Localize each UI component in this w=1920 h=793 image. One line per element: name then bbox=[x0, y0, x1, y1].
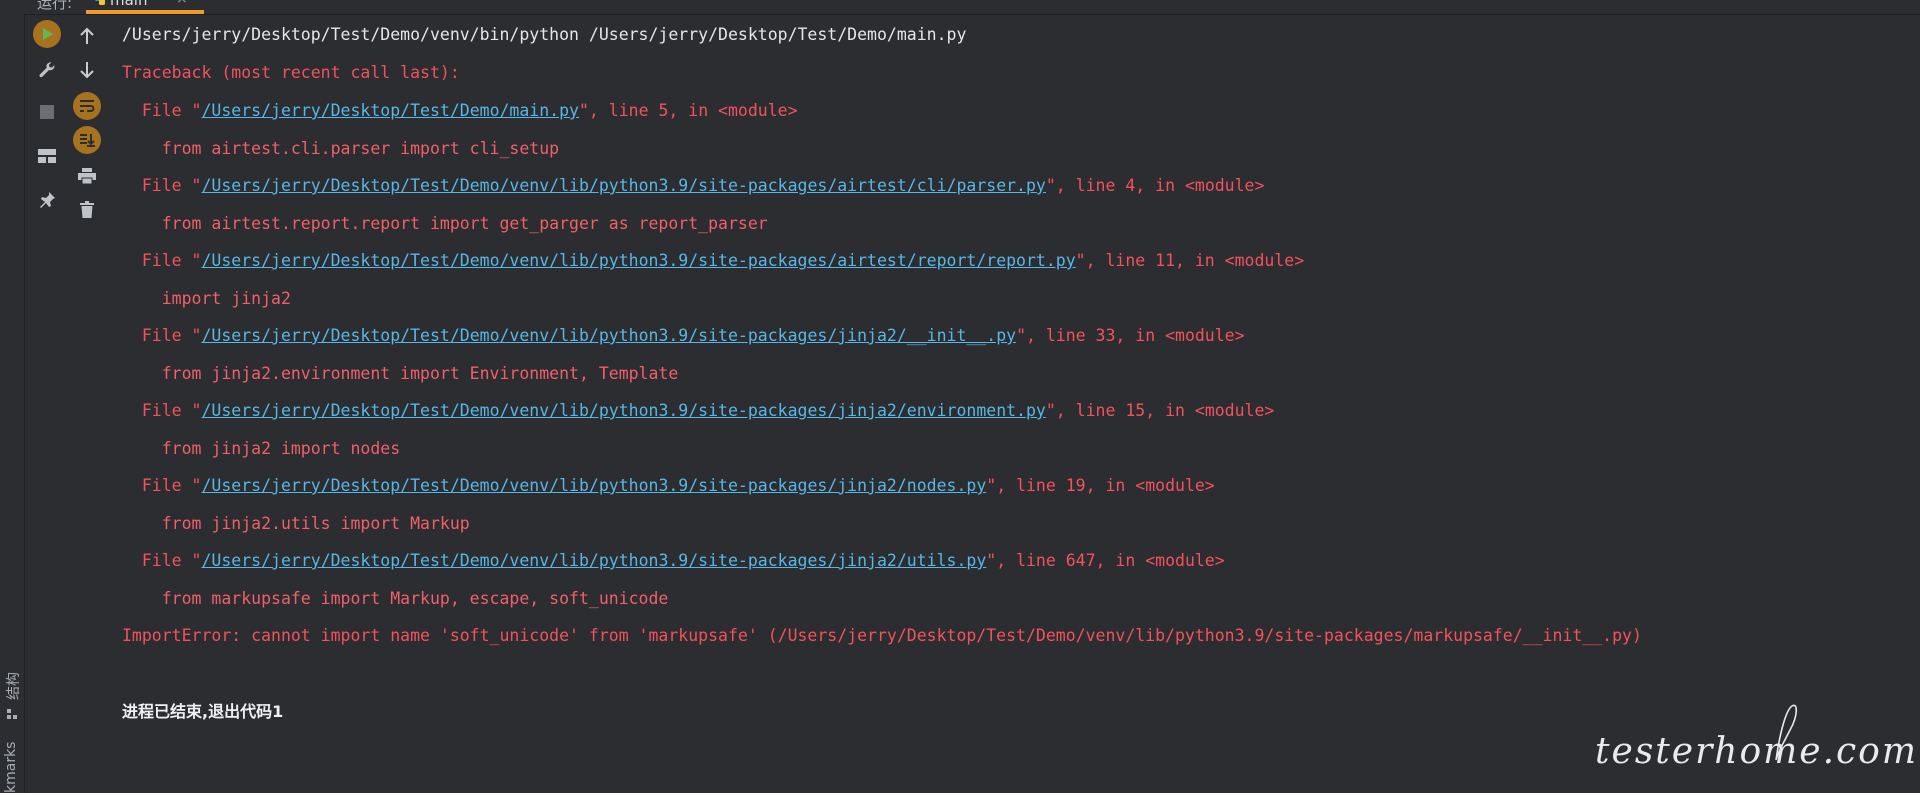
frame-prefix: File " bbox=[122, 326, 202, 345]
soft-wrap-button[interactable] bbox=[67, 88, 107, 124]
file-link[interactable]: /Users/jerry/Desktop/Test/Demo/venv/lib/… bbox=[201, 251, 1075, 270]
frame-prefix: File " bbox=[122, 251, 202, 270]
trash-icon bbox=[80, 201, 94, 218]
frame-suffix: ", line 11, in <module> bbox=[1075, 251, 1305, 270]
run-panel-label: 运行: bbox=[37, 0, 73, 12]
print-icon bbox=[78, 168, 96, 185]
import-error-message: ImportError: cannot import name 'soft_un… bbox=[122, 626, 1642, 645]
tab-main-label: main bbox=[110, 0, 148, 9]
traceback-frame-line: File "/Users/jerry/Desktop/Test/Demo/ven… bbox=[122, 550, 1225, 572]
file-link[interactable]: /Users/jerry/Desktop/Test/Demo/venv/lib/… bbox=[201, 401, 1045, 420]
clear-all-button[interactable] bbox=[67, 192, 107, 228]
console-output[interactable]: /Users/jerry/Desktop/Test/Demo/venv/bin/… bbox=[122, 14, 1920, 793]
arrow-down-icon bbox=[80, 62, 94, 79]
file-link[interactable]: /Users/jerry/Desktop/Test/Demo/venv/lib/… bbox=[201, 176, 1045, 195]
file-link[interactable]: /Users/jerry/Desktop/Test/Demo/main.py bbox=[201, 101, 579, 120]
traceback-header: Traceback (most recent call last): bbox=[122, 63, 460, 82]
scroll-to-end-icon bbox=[73, 126, 101, 154]
file-link[interactable]: /Users/jerry/Desktop/Test/Demo/venv/lib/… bbox=[201, 551, 986, 570]
rerun-icon bbox=[33, 20, 61, 48]
file-link[interactable]: /Users/jerry/Desktop/Test/Demo/venv/lib/… bbox=[201, 476, 986, 495]
frame-prefix: File " bbox=[122, 101, 202, 120]
traceback-code-line: from airtest.report.report import get_pa… bbox=[122, 214, 768, 233]
traceback-frame-line: File "/Users/jerry/Desktop/Test/Demo/ven… bbox=[122, 400, 1275, 422]
traceback-frame-line: File "/Users/jerry/Desktop/Test/Demo/ven… bbox=[122, 175, 1265, 197]
python-file-icon bbox=[95, 0, 105, 5]
bookmarks-tab-label[interactable]: kmarks bbox=[3, 742, 19, 793]
traceback-frame-line: File "/Users/jerry/Desktop/Test/Demo/ven… bbox=[122, 475, 1215, 497]
watermark-text: testerhome.com bbox=[1595, 731, 1918, 772]
traceback-code-line: from jinja2.utils import Markup bbox=[122, 514, 470, 533]
next-occurrence-button[interactable] bbox=[67, 52, 107, 88]
pin-tab-button[interactable] bbox=[27, 182, 67, 218]
frame-suffix: ", line 15, in <module> bbox=[1045, 401, 1275, 420]
traceback-frame-line: File "/Users/jerry/Desktop/Test/Demo/ven… bbox=[122, 325, 1245, 347]
frame-suffix: ", line 647, in <module> bbox=[986, 551, 1225, 570]
soft-wrap-icon bbox=[73, 92, 101, 120]
layout-button[interactable] bbox=[27, 138, 67, 174]
layout-icon bbox=[38, 149, 56, 163]
left-tool-strip: 结构 kmarks bbox=[0, 0, 25, 793]
tab-main[interactable]: main × bbox=[86, 0, 204, 14]
print-button[interactable] bbox=[67, 158, 107, 194]
settings-button[interactable] bbox=[27, 52, 67, 88]
process-exit-message: 进程已结束,退出代码1 bbox=[122, 702, 284, 721]
rerun-button[interactable] bbox=[27, 16, 67, 52]
frame-suffix: ", line 33, in <module> bbox=[1016, 326, 1245, 345]
stop-button[interactable] bbox=[27, 94, 67, 130]
scroll-to-end-button[interactable] bbox=[67, 122, 107, 158]
structure-tab-label[interactable]: 结构 bbox=[3, 672, 23, 700]
wrench-icon bbox=[39, 62, 55, 78]
frame-prefix: File " bbox=[122, 551, 202, 570]
watermark: testerhome.com bbox=[1595, 704, 1918, 790]
traceback-code-line: from airtest.cli.parser import cli_setup bbox=[122, 139, 560, 158]
file-link[interactable]: /Users/jerry/Desktop/Test/Demo/venv/lib/… bbox=[201, 326, 1016, 345]
frame-suffix: ", line 19, in <module> bbox=[986, 476, 1215, 495]
structure-icon[interactable] bbox=[6, 708, 18, 720]
command-line: /Users/jerry/Desktop/Test/Demo/venv/bin/… bbox=[122, 25, 967, 44]
traceback-frame-line: File "/Users/jerry/Desktop/Test/Demo/mai… bbox=[122, 100, 798, 122]
traceback-code-line: import jinja2 bbox=[122, 289, 291, 308]
traceback-code-line: from jinja2 import nodes bbox=[122, 439, 401, 458]
run-panel-header: 运行: main × bbox=[24, 0, 1920, 15]
pin-icon bbox=[40, 192, 55, 208]
frame-prefix: File " bbox=[122, 476, 202, 495]
frame-prefix: File " bbox=[122, 176, 202, 195]
previous-occurrence-button[interactable] bbox=[67, 18, 107, 54]
traceback-code-line: from jinja2.environment import Environme… bbox=[122, 364, 679, 383]
frame-suffix: ", line 5, in <module> bbox=[578, 101, 798, 120]
frame-suffix: ", line 4, in <module> bbox=[1045, 176, 1265, 195]
arrow-up-icon bbox=[80, 27, 94, 44]
close-icon[interactable]: × bbox=[176, 0, 188, 7]
frame-prefix: File " bbox=[122, 401, 202, 420]
stop-icon bbox=[40, 105, 54, 119]
traceback-frame-line: File "/Users/jerry/Desktop/Test/Demo/ven… bbox=[122, 250, 1304, 272]
traceback-code-line: from markupsafe import Markup, escape, s… bbox=[122, 589, 669, 608]
